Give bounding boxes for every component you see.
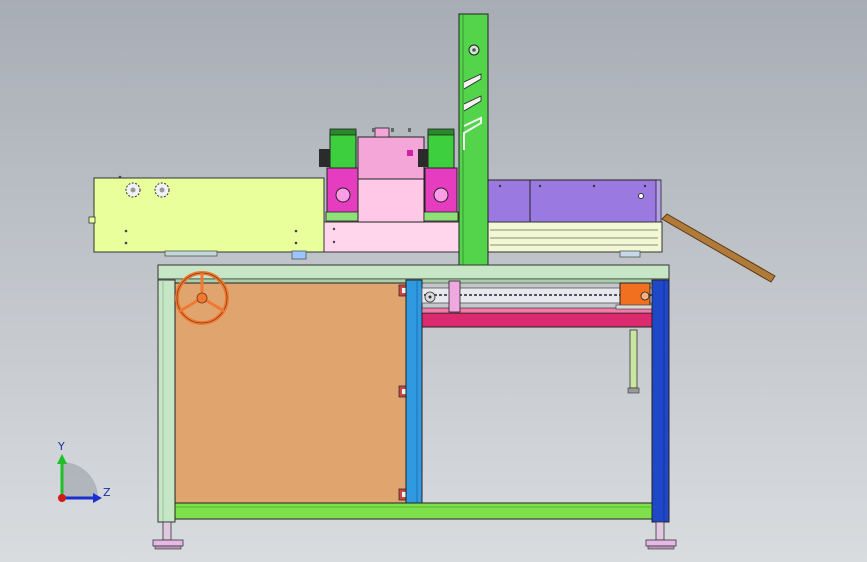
crimson-slide-bar[interactable] xyxy=(421,312,655,328)
center-box-handle xyxy=(374,127,390,138)
left-motor-cap xyxy=(329,128,357,136)
violet-rail-housing[interactable] xyxy=(486,179,661,223)
cylinder-base xyxy=(615,304,655,310)
center-pink-box-bottom[interactable] xyxy=(357,178,425,223)
left-motor-body[interactable] xyxy=(329,131,357,171)
left-gearbox-base xyxy=(325,211,361,222)
right-motor-knob xyxy=(418,149,428,167)
chain-sprocket-icon xyxy=(424,291,436,303)
leveling-foot-right[interactable] xyxy=(645,521,677,550)
guide-pin[interactable] xyxy=(629,329,638,389)
frame-base-bar[interactable] xyxy=(174,502,653,520)
leveling-foot-left[interactable] xyxy=(152,521,184,550)
right-gearbox-base xyxy=(423,211,459,222)
feed-gear-icon xyxy=(154,182,170,198)
right-motor-cap xyxy=(427,128,455,136)
cylinder-port xyxy=(640,291,650,301)
violet-rail-end-cap xyxy=(655,179,662,223)
slide-rail-base[interactable] xyxy=(485,221,663,253)
left-gearbox-shaft xyxy=(335,187,351,203)
feed-housing-tab xyxy=(88,216,96,224)
cad-viewport[interactable]: Y Z xyxy=(0,0,867,562)
lift-rod[interactable] xyxy=(448,280,461,313)
cabinet-door-panel[interactable] xyxy=(174,282,407,504)
feed-housing-foot xyxy=(164,250,218,257)
feed-gear-icon xyxy=(125,182,141,198)
pink-base-block[interactable] xyxy=(323,221,461,253)
frame-mid-post[interactable] xyxy=(405,279,423,506)
table-top-plate[interactable] xyxy=(157,264,670,280)
left-motor-knob xyxy=(319,149,330,167)
frame-right-leg[interactable] xyxy=(651,279,670,523)
center-box-magenta-dot xyxy=(407,150,413,156)
triad-z-label: Z xyxy=(103,486,111,499)
guide-pin-foot xyxy=(627,387,640,394)
slide-rail-foot xyxy=(619,250,641,258)
triad-y-label: Y xyxy=(58,440,65,453)
feed-housing-foot xyxy=(291,250,307,260)
right-gearbox-shaft xyxy=(433,187,449,203)
center-pink-box-top[interactable] xyxy=(357,136,425,180)
column-pivot-center xyxy=(472,48,476,52)
orientation-triad[interactable] xyxy=(57,454,102,503)
machine-model[interactable] xyxy=(0,0,867,562)
frame-left-leg[interactable] xyxy=(157,279,176,523)
right-motor-body[interactable] xyxy=(427,131,455,171)
discharge-chute[interactable] xyxy=(661,213,776,283)
